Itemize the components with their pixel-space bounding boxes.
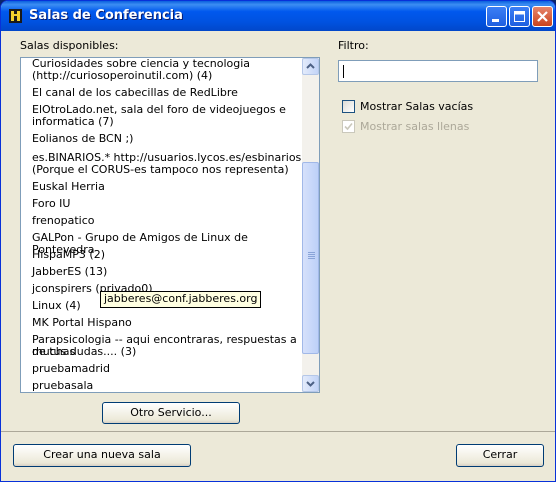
show-full-label: Mostrar salas llenas <box>360 120 470 133</box>
grip-line <box>308 258 315 259</box>
list-item[interactable]: MK Portal Hispano <box>32 317 302 329</box>
conference-rooms-window: Salas de Conferencia Salas disponibles: … <box>0 0 556 482</box>
window-title: Salas de Conferencia <box>29 8 183 23</box>
footer-divider <box>1 431 555 432</box>
text-caret <box>343 65 344 78</box>
jabber-app-icon <box>9 9 22 23</box>
grip-line <box>308 256 315 257</box>
list-item[interactable]: Eolianos de BCN ;) <box>32 133 302 145</box>
maximize-button[interactable] <box>509 6 530 27</box>
list-item[interactable]: HispaMP3 (2) <box>32 249 302 261</box>
filter-input[interactable] <box>338 60 538 82</box>
show-empty-checkbox[interactable] <box>342 100 355 113</box>
list-item[interactable]: El canal de los cabecillas de RedLibre <box>32 87 302 99</box>
close-window-button[interactable] <box>532 6 553 27</box>
scroll-down-button[interactable] <box>302 375 319 392</box>
list-item[interactable]: de tus dudas.... (3) <box>32 346 302 358</box>
title-bar[interactable]: Salas de Conferencia <box>1 1 555 31</box>
list-item[interactable]: informatica (7) <box>32 116 302 128</box>
room-jid-tooltip: jabberes@conf.jabberes.org <box>100 291 262 308</box>
chevron-up-icon <box>306 63 315 69</box>
grip-line <box>308 254 315 255</box>
filter-label: Filtro: <box>338 39 369 52</box>
create-room-button[interactable]: Crear una nueva sala <box>13 444 191 467</box>
other-service-button[interactable]: Otro Servicio... <box>102 402 240 424</box>
maximize-icon <box>514 11 525 22</box>
scroll-up-button[interactable] <box>302 58 319 75</box>
scroll-thumb[interactable] <box>302 162 319 354</box>
grip-line <box>308 252 315 253</box>
show-empty-label[interactable]: Mostrar Salas vacías <box>360 100 473 113</box>
checkmark-icon <box>344 122 353 131</box>
list-item[interactable]: Foro IU <box>32 198 302 210</box>
close-icon <box>537 11 548 22</box>
show-full-checkbox[interactable] <box>342 120 355 133</box>
rooms-scrollbar[interactable] <box>302 58 319 392</box>
list-item[interactable]: Euskal Herria <box>32 181 302 193</box>
close-button[interactable]: Cerrar <box>456 444 544 467</box>
minimize-button[interactable] <box>486 6 507 27</box>
list-item[interactable]: (http://curiosoperoinutil.com) (4) <box>32 70 302 82</box>
list-item[interactable]: JabberES (13) <box>32 266 302 278</box>
list-item[interactable]: (Porque el CORUS-es tampoco nos represen… <box>32 164 302 176</box>
chevron-down-icon <box>306 381 315 387</box>
list-item[interactable]: pruebamadrid <box>32 363 302 375</box>
rooms-listbox[interactable]: Curiosidades sobre ciencia y tecnologia … <box>20 57 320 393</box>
minimize-icon <box>492 19 499 22</box>
list-item[interactable]: pruebasala <box>32 380 302 392</box>
list-item[interactable]: frenopatico <box>32 215 302 227</box>
rooms-label: Salas disponibles: <box>20 39 119 52</box>
